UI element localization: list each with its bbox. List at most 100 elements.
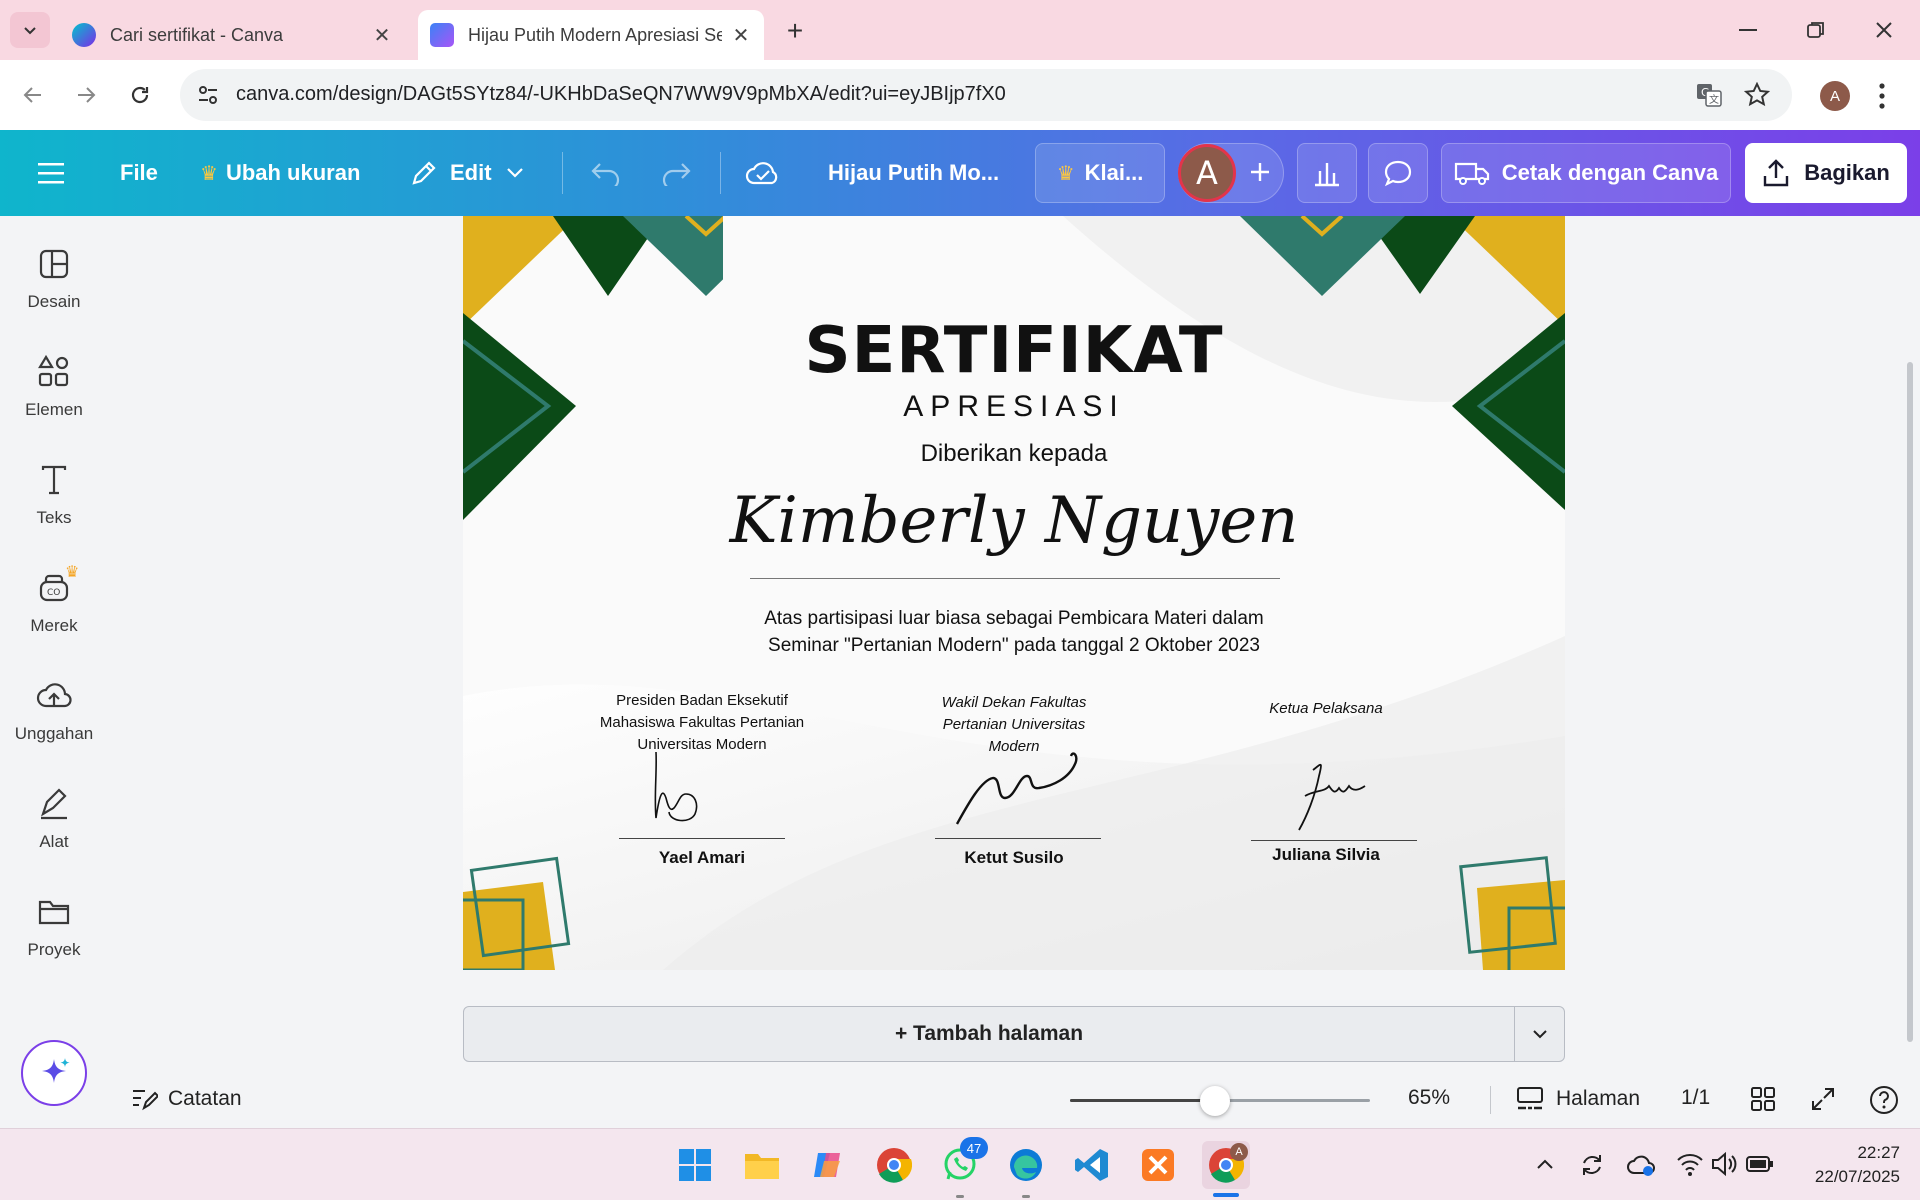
copilot-icon [814, 1153, 840, 1177]
close-tab-icon[interactable]: ✕ [730, 24, 752, 47]
zoom-slider-fill [1070, 1099, 1210, 1102]
sidebar-item-proyek[interactable]: Proyek [0, 864, 108, 964]
fullscreen-icon[interactable] [1810, 1086, 1836, 1112]
clock[interactable]: 22:27 22/07/2025 [1790, 1141, 1900, 1189]
more-menu-icon[interactable] [1878, 82, 1886, 110]
edge-icon [1010, 1149, 1042, 1181]
description-line-1[interactable]: Atas partisipasi luar biasa sebagai Pemb… [463, 608, 1565, 630]
site-info-icon[interactable] [196, 83, 220, 107]
back-button[interactable] [15, 77, 51, 113]
signer-1-role[interactable]: Presiden Badan Eksekutif Mahasiswa Fakul… [567, 690, 837, 756]
signer-1-name[interactable]: Yael Amari [567, 848, 837, 868]
wifi-icon[interactable] [1676, 1151, 1704, 1177]
plus-icon [1251, 163, 1269, 181]
sidebar-item-desain[interactable]: Desain [0, 216, 108, 316]
notes-button[interactable]: Catatan [130, 1082, 242, 1116]
signer-3-role[interactable]: Ketua Pelaksana [1191, 700, 1461, 717]
user-avatar[interactable]: A [1178, 144, 1236, 202]
chrome-button[interactable] [872, 1143, 916, 1187]
resize-button[interactable]: ♛ Ubah ukuran [200, 130, 360, 216]
restore-icon [1807, 22, 1824, 38]
sidebar-item-label: Teks [36, 508, 72, 527]
tab-cari-sertifikat[interactable]: Cari sertifikat - Canva ✕ [60, 10, 405, 60]
address-bar[interactable]: canva.com/design/DAGt5SYtz84/-UKHbDaSeQN… [180, 69, 1792, 121]
url-text[interactable]: canva.com/design/DAGt5SYtz84/-UKHbDaSeQN… [236, 83, 1006, 106]
profile-avatar[interactable]: A [1820, 81, 1850, 111]
windows-taskbar: 47 A 22:27 22/07/2025 [0, 1128, 1920, 1200]
whatsapp-button[interactable]: 47 [938, 1137, 988, 1187]
redo-button[interactable] [660, 130, 692, 216]
sidebar-item-teks[interactable]: Teks [0, 432, 108, 532]
comments-button[interactable] [1368, 143, 1428, 203]
add-page-button[interactable]: + Tambah halaman [464, 1007, 1514, 1061]
zoom-slider-thumb[interactable] [1200, 1086, 1230, 1116]
start-button[interactable] [673, 1143, 717, 1187]
layout-icon [39, 249, 69, 279]
translate-icon[interactable]: G文 [1696, 83, 1722, 107]
main-menu-button[interactable] [38, 130, 66, 216]
sidebar-item-alat[interactable]: Alat [0, 756, 108, 856]
chevron-down-icon [506, 168, 523, 178]
reload-button[interactable] [122, 77, 158, 113]
print-label: Cetak dengan Canva [1501, 160, 1719, 185]
certificate-subtitle[interactable]: APRESIASI [463, 390, 1565, 424]
description-line-2[interactable]: Seminar "Pertanian Modern" pada tanggal … [463, 635, 1565, 657]
close-window-button[interactable] [1862, 10, 1906, 50]
undo-button[interactable] [590, 130, 622, 216]
tab-hijau-putih[interactable]: Hijau Putih Modern Apresiasi Se ✕ [418, 10, 764, 60]
sidebar-item-elemen[interactable]: Elemen [0, 324, 108, 424]
truck-icon [1454, 162, 1489, 185]
certificate-canvas[interactable]: SERTIFIKAT APRESIASI Diberikan kepada Ki… [463, 216, 1565, 970]
signer-3-name[interactable]: Juliana Silvia [1191, 845, 1461, 865]
sync-icon[interactable] [1578, 1151, 1606, 1179]
sidebar-item-merek[interactable]: CO Merek ♛ [0, 540, 108, 640]
certificate-title[interactable]: SERTIFIKAT [463, 314, 1565, 388]
sidebar-item-label: Elemen [25, 400, 83, 419]
file-explorer-button[interactable] [740, 1143, 784, 1187]
edit-mode-button[interactable]: Edit [410, 130, 524, 216]
new-tab-button[interactable]: + [776, 12, 814, 50]
reload-icon [131, 86, 149, 104]
onedrive-icon[interactable] [1626, 1151, 1656, 1179]
magic-assistant-button[interactable] [21, 1040, 87, 1106]
chrome-profile-button[interactable]: A [1202, 1141, 1250, 1189]
sidebar-item-unggahan[interactable]: Unggahan [0, 648, 108, 748]
copilot-button[interactable] [806, 1143, 850, 1187]
minimize-button[interactable] [1726, 10, 1770, 50]
claim-pro-button[interactable]: ♛ Klai... [1035, 143, 1165, 203]
insights-button[interactable] [1297, 143, 1357, 203]
save-status-button[interactable] [745, 130, 781, 216]
zoom-level[interactable]: 65% [1408, 1086, 1450, 1110]
restore-button[interactable] [1794, 10, 1838, 50]
given-to-text[interactable]: Diberikan kepada [463, 440, 1565, 468]
share-button[interactable]: Bagikan [1745, 143, 1907, 203]
recipient-name[interactable]: Kimberly Nguyen [463, 484, 1565, 558]
print-with-canva-button[interactable]: Cetak dengan Canva [1441, 143, 1731, 203]
document-title[interactable]: Hijau Putih Mo... [828, 130, 999, 216]
signer-2-role-line: Pertanian Universitas [942, 716, 1086, 733]
undo-icon [591, 163, 620, 186]
signature-2 [955, 752, 1078, 825]
pages-button[interactable]: Halaman [1516, 1082, 1640, 1116]
chevron-up-icon[interactable] [1535, 1155, 1555, 1175]
signer-2-name[interactable]: Ketut Susilo [879, 848, 1149, 868]
invite-button[interactable] [1240, 152, 1280, 192]
help-icon[interactable] [1868, 1084, 1900, 1116]
text-icon [41, 465, 67, 495]
edge-button[interactable] [1004, 1143, 1048, 1187]
xampp-button[interactable] [1136, 1143, 1180, 1187]
vscode-icon [1075, 1149, 1108, 1181]
file-menu-button[interactable]: File [120, 130, 158, 216]
arrow-left-icon [23, 87, 41, 103]
forward-button[interactable] [68, 77, 104, 113]
canvas-scrollbar[interactable] [1907, 362, 1913, 1042]
close-tab-icon[interactable]: ✕ [371, 24, 393, 47]
bookmark-star-icon[interactable] [1744, 82, 1770, 108]
tab-search-button[interactable] [10, 12, 50, 48]
signer-2-role-line: Wakil Dekan Fakultas [941, 694, 1087, 711]
volume-icon[interactable] [1710, 1151, 1738, 1177]
vscode-button[interactable] [1070, 1143, 1114, 1187]
battery-icon[interactable] [1746, 1155, 1774, 1173]
add-page-options-button[interactable] [1515, 1007, 1565, 1061]
grid-view-icon[interactable] [1750, 1086, 1776, 1112]
